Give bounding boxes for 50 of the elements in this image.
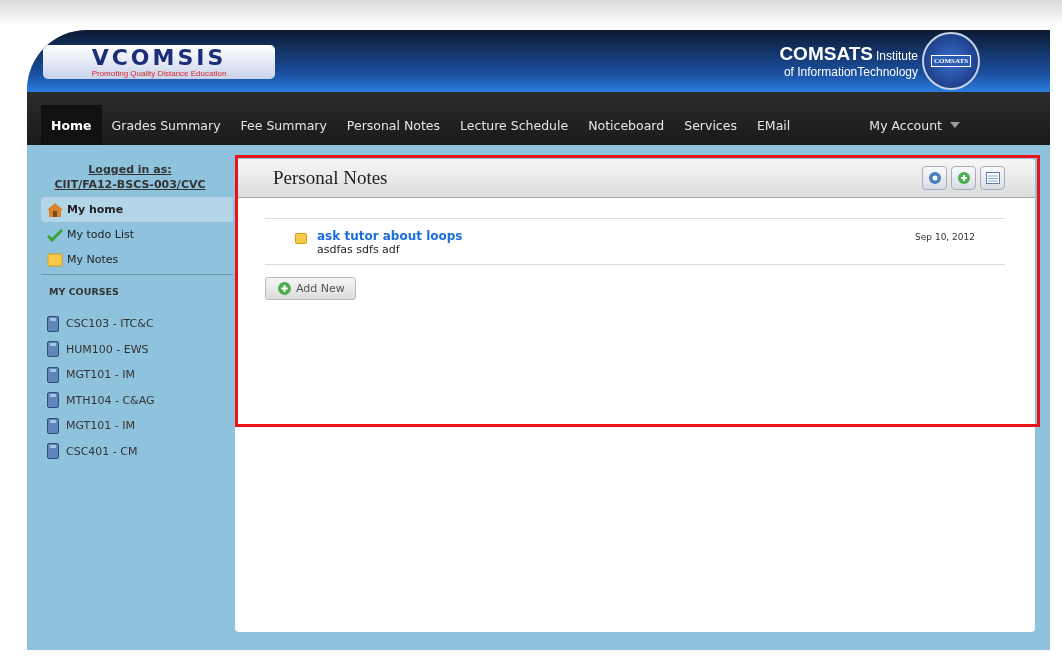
house-icon [47, 202, 63, 217]
institute-suffix: Institute [875, 49, 918, 63]
add-button[interactable] [951, 166, 976, 190]
course-link[interactable]: MTH104 - C&AG [27, 387, 233, 413]
nav-tab[interactable]: EMail [746, 105, 801, 145]
course-link[interactable]: CSC103 - ITC&C [27, 311, 233, 337]
checkmark-icon [47, 227, 63, 242]
nav-tab[interactable]: Lecture Schedule [450, 105, 579, 145]
user-id-link[interactable]: CIIT/FA12-BSCS-003/CVC [54, 178, 206, 191]
institute-subtitle: of InformationTechnology [783, 65, 918, 79]
nav-tab[interactable]: Grades Summary [101, 105, 231, 145]
help-button[interactable] [922, 166, 947, 190]
logged-in-label: Logged in as: [88, 163, 172, 176]
logo-tagline: Promoting Quality Distance Education [91, 68, 227, 78]
plus-icon [957, 172, 970, 184]
institute-name: COMSATS [779, 43, 873, 64]
sidebar-item[interactable]: My home [41, 197, 233, 222]
book-icon [47, 341, 59, 358]
book-icon [47, 443, 59, 460]
book-icon [47, 417, 59, 434]
account-menu[interactable]: My Account [859, 105, 970, 145]
course-link[interactable]: CSC401 - CM [27, 438, 233, 464]
logo-badge[interactable]: VCOMSIS Promoting Quality Distance Education [43, 45, 275, 79]
course-link[interactable]: HUM100 - EWS [27, 336, 233, 362]
nav-tab[interactable]: Home [41, 105, 102, 145]
nav-tab[interactable]: Fee Summary [230, 105, 337, 145]
course-link[interactable]: MGT101 - IM [27, 413, 233, 439]
note-date: Sep 10, 2012 [915, 232, 975, 242]
note-title-link[interactable]: ask tutor about loops [317, 229, 906, 243]
nav-tab[interactable]: Personal Notes [336, 105, 451, 145]
nav-tab[interactable]: Noticeboard [578, 105, 675, 145]
logo-text: VCOMSIS [91, 46, 227, 69]
list-icon [985, 172, 1000, 184]
course-link[interactable]: MGT101 - IM [27, 362, 233, 388]
list-view-button[interactable] [980, 166, 1005, 190]
sidebar-item[interactable]: My Notes [41, 247, 233, 272]
book-icon [47, 315, 59, 332]
add-new-button[interactable]: Add New [265, 277, 356, 300]
book-icon [47, 392, 59, 409]
book-icon [47, 366, 59, 383]
note-body: asdfas sdfs adf [317, 243, 401, 256]
note-icon [47, 252, 63, 267]
caret-icon [950, 122, 960, 128]
help-icon [928, 172, 941, 184]
sidebar-item[interactable]: My todo List [41, 222, 233, 247]
note-icon [295, 233, 307, 244]
nav-tab[interactable]: Services [674, 105, 747, 145]
courses-heading: MY COURSES [41, 274, 233, 311]
panel-title: Personal Notes [273, 167, 388, 189]
plus-icon [278, 282, 291, 295]
